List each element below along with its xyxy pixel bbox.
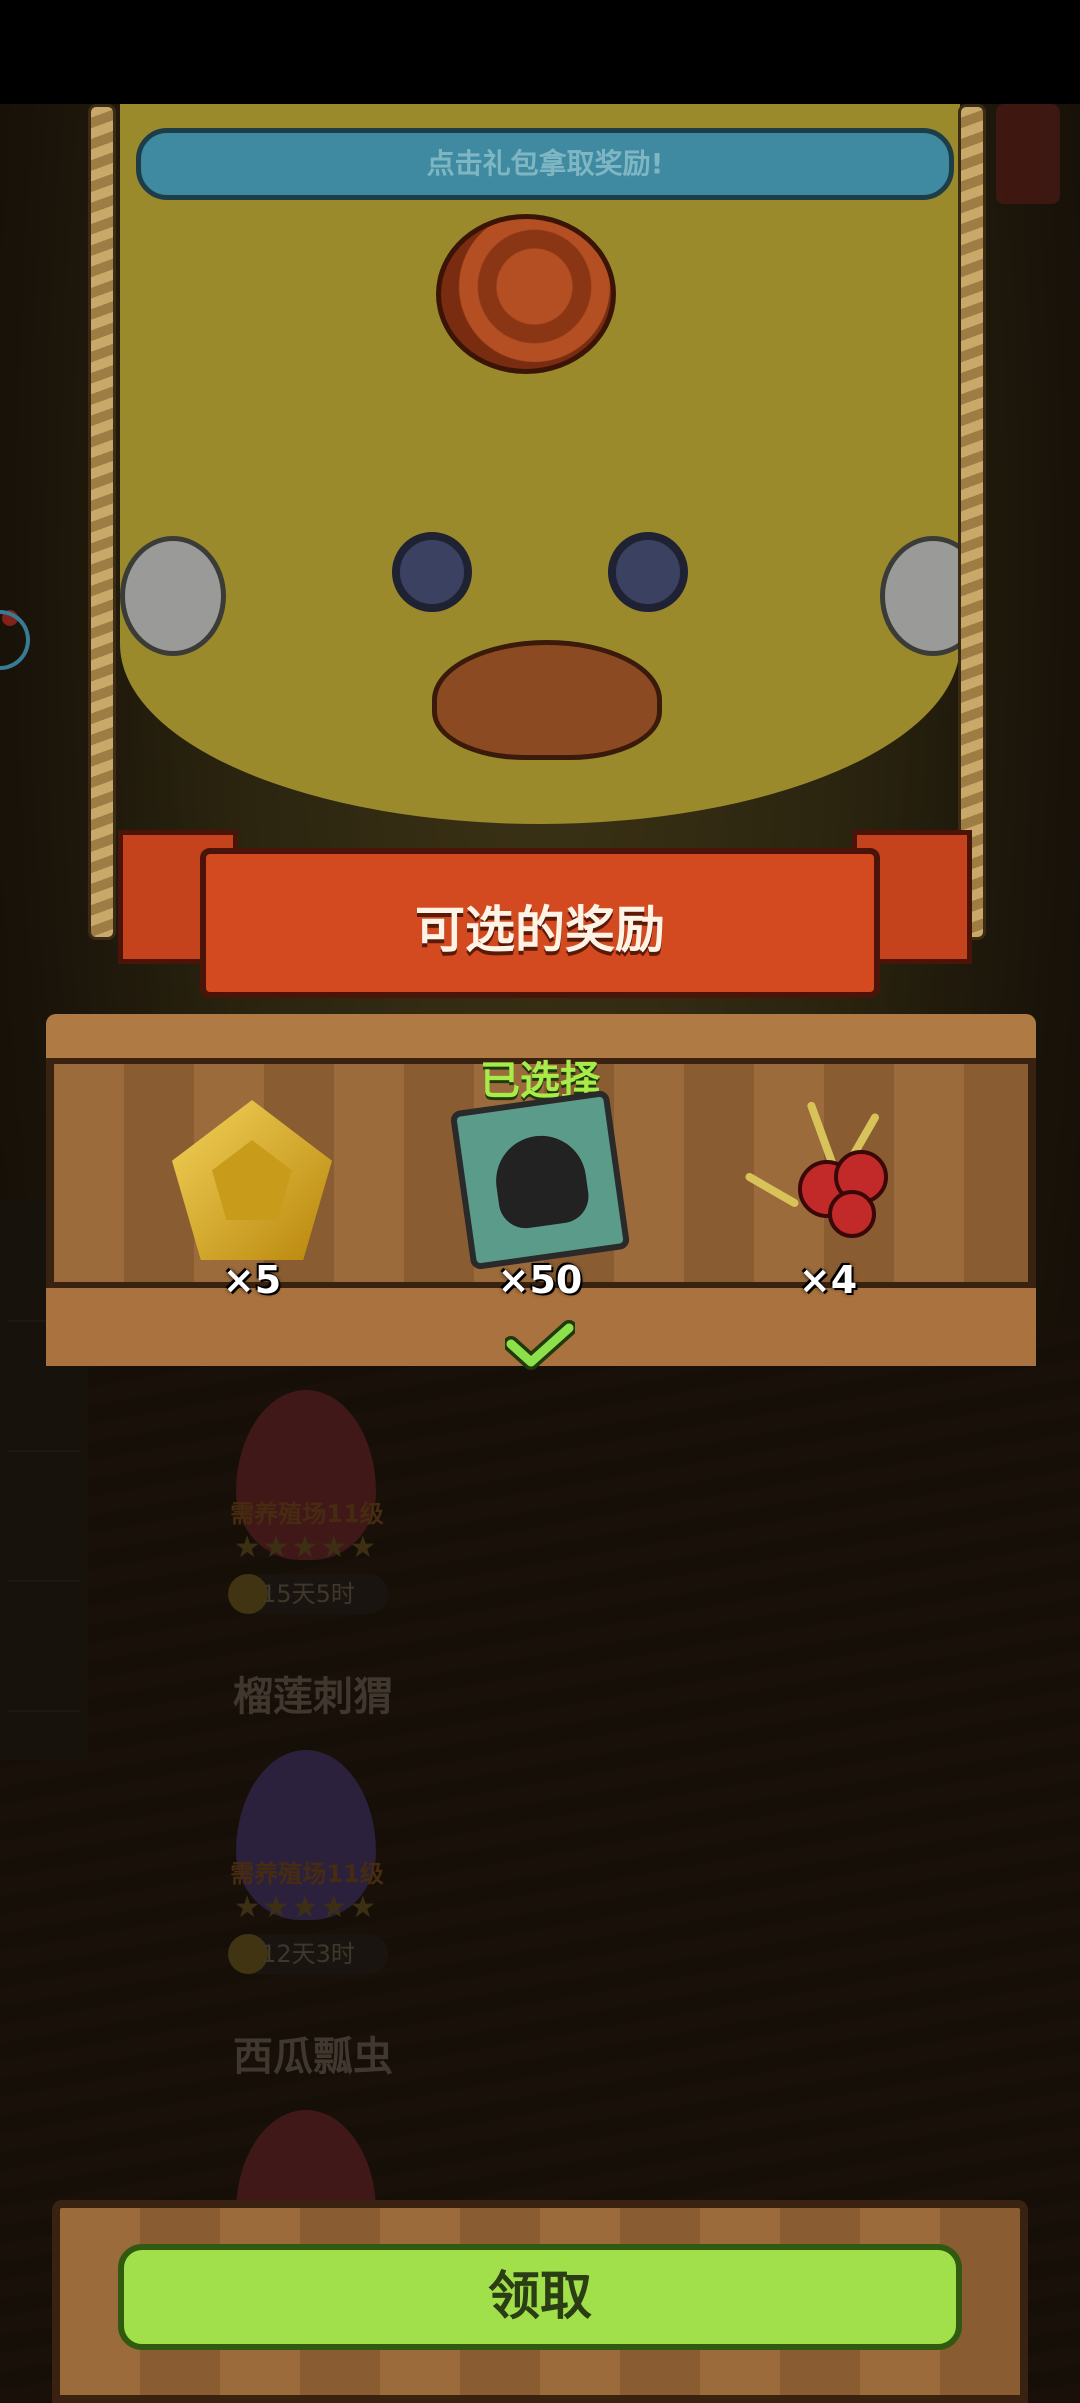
reward-quantity: ×4 xyxy=(798,1258,858,1302)
reward-item-coral[interactable]: ×4 xyxy=(728,1100,928,1302)
goggle-lens xyxy=(608,532,688,612)
eye-icon xyxy=(120,536,226,656)
goggle-lens xyxy=(392,532,472,612)
goggles-icon xyxy=(392,532,688,612)
coral-branch xyxy=(744,1171,800,1209)
coral-icon xyxy=(744,1100,908,1260)
coral-branch xyxy=(806,1100,838,1170)
snail-icon xyxy=(436,214,616,374)
hint-banner: 点击礼包拿取奖励! xyxy=(136,128,954,200)
reward-quantity: ×50 xyxy=(497,1258,583,1302)
reward-item-cards[interactable]: ×50 xyxy=(440,1089,640,1302)
gold-gem-icon xyxy=(172,1100,332,1260)
panel-title: 可选的奖励 xyxy=(415,901,665,959)
selected-label: 已选择 xyxy=(480,1058,600,1104)
rope-left xyxy=(88,104,116,940)
reward-item-gem[interactable]: ×5 xyxy=(152,1100,352,1302)
claim-button[interactable]: 领取 xyxy=(118,2244,962,2350)
card-art xyxy=(490,1130,592,1232)
card-pack-icon xyxy=(449,1089,631,1271)
status-bar xyxy=(0,0,1080,104)
checkmark-icon xyxy=(505,1320,575,1370)
reward-quantity: ×5 xyxy=(222,1258,282,1302)
beak-icon xyxy=(432,640,662,760)
coral-blob xyxy=(828,1190,876,1238)
gem-facet xyxy=(212,1140,292,1220)
rope-right xyxy=(958,104,986,940)
